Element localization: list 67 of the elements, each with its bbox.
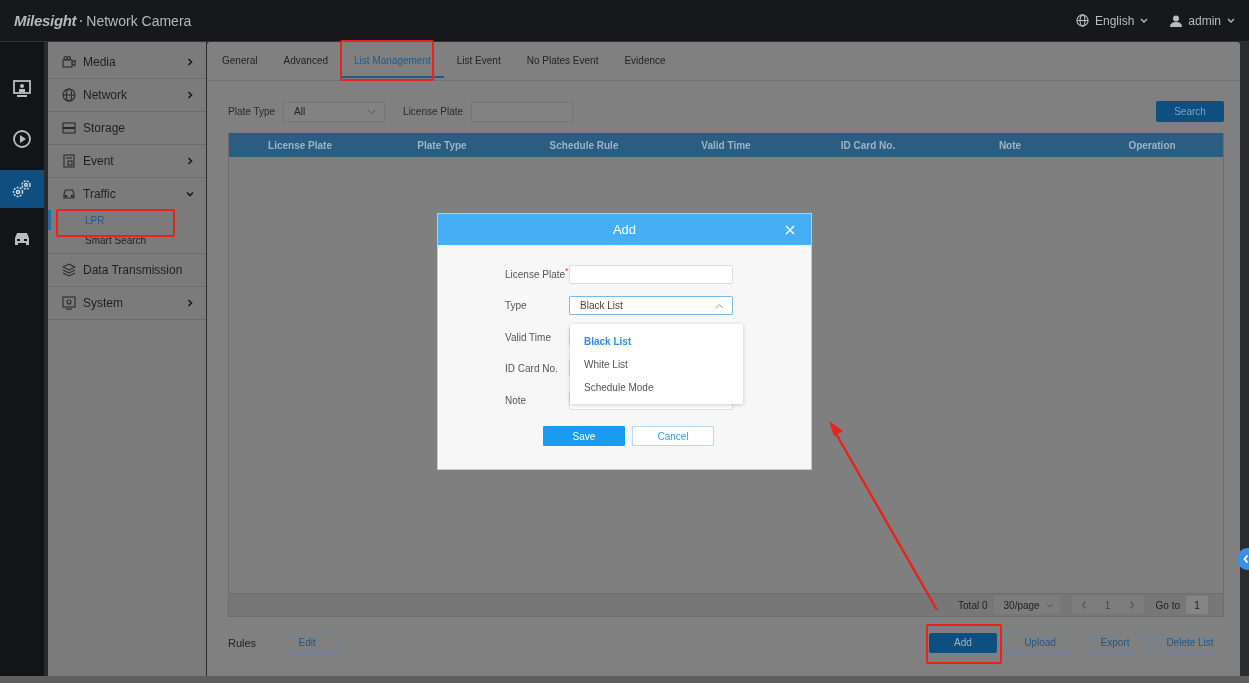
chevron-down-icon [367,108,377,115]
page-size-select[interactable]: 30/page [993,596,1060,614]
field-label: Valid Time [505,331,551,343]
total-count: Total 0 [958,599,988,611]
column-header: Plate Type [416,139,468,151]
column-header: License Plate [267,139,333,151]
chevron-down-icon [1045,602,1054,608]
menu-item[interactable]: Traffic [48,178,206,210]
chevron-left-icon [1242,554,1249,564]
go-to-input[interactable]: 1 [1186,596,1208,614]
menu-item[interactable]: Storage [48,112,206,144]
car-icon [62,187,76,201]
license-plate-label: License Plate [403,106,464,117]
user-menu[interactable]: admin [1170,13,1235,28]
menu-item[interactable]: Data Transmission [48,254,206,286]
gears-icon[interactable] [0,170,44,208]
column-header: ID Card No. [839,139,897,151]
user-icon [1170,14,1183,27]
tab[interactable]: List Event [443,42,514,80]
menu-item[interactable]: Media [48,46,206,78]
dropdown-option[interactable]: Black List [570,330,743,353]
page-number[interactable]: 1 [1104,599,1111,611]
dialog-title: Add [612,222,637,237]
globe-icon [62,88,76,102]
search-button[interactable]: Search [1156,101,1224,122]
menu-item[interactable]: Event [48,145,206,177]
cancel-button[interactable]: Cancel [632,426,714,446]
column-header: Note [997,139,1023,151]
field-label: Type [505,300,527,311]
type-select[interactable]: Black List [569,296,733,315]
field-label: ID Card No. [505,363,558,374]
storage-icon [62,121,76,135]
rules-label: Rules [228,636,257,649]
go-to-label: Go to [1155,599,1180,611]
tab[interactable]: No Plates Event [513,42,612,80]
tab[interactable]: Evidence [611,42,679,80]
tab[interactable]: General [209,42,271,80]
plate-type-label: Plate Type [228,106,276,117]
app-title: Network Camera [86,12,192,29]
input-field[interactable] [569,264,733,284]
edit-button[interactable]: Edit [273,632,342,653]
dropdown-option[interactable]: White List [570,353,743,376]
logo: Milesight [14,12,77,29]
column-header: Valid Time [700,139,752,151]
camera-icon [62,55,76,69]
field-label: Note [505,394,527,406]
chevron-down-icon [1227,17,1235,24]
layers-icon [62,263,76,277]
monitor-icon [62,296,76,310]
chevron-down-icon [1140,17,1149,24]
chevron-up-icon [715,302,724,309]
column-header: Schedule Rule [548,139,620,151]
menu-item[interactable]: Network [48,79,206,111]
plate-type-select[interactable]: All [283,101,386,122]
tab[interactable]: Advanced [270,42,342,80]
document-icon [62,154,76,168]
save-button[interactable]: Save [543,426,625,446]
field-label: License Plate$^{*}$ [505,268,569,280]
menu-item[interactable]: System [48,287,206,319]
export-button[interactable]: Export [1081,632,1149,653]
add-button[interactable]: Add [929,632,997,653]
column-header: Operation [1127,139,1177,151]
delete-list-button[interactable]: Delete List [1156,632,1224,653]
globe-icon [1075,14,1089,27]
dropdown-option[interactable]: Schedule Mode [570,376,743,399]
language-menu[interactable]: English [1075,13,1149,28]
upload-button[interactable]: Upload [1006,632,1074,653]
